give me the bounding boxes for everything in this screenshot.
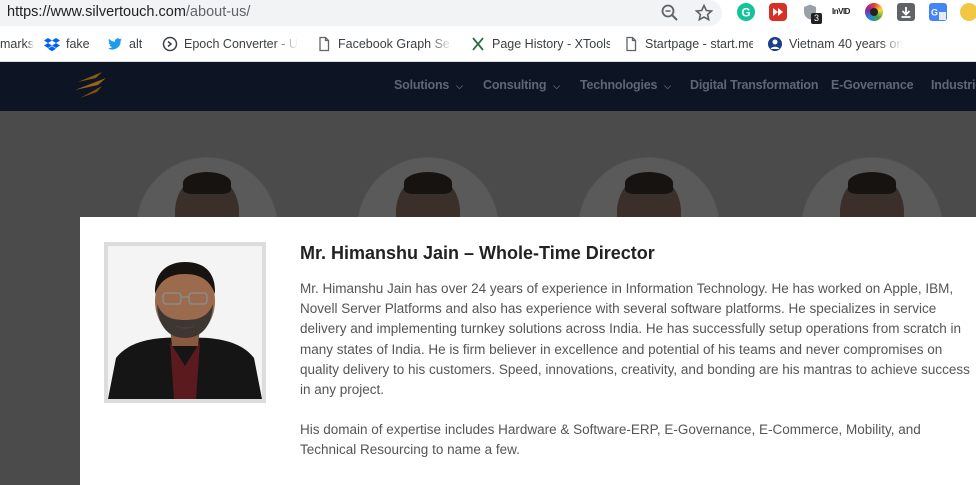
nav-digital-transformation[interactable]: Digital Transformation (690, 78, 818, 92)
director-photo (104, 242, 266, 403)
nav-industries[interactable]: Industrie (931, 78, 976, 92)
nav-label: Industrie (931, 78, 976, 92)
bookmark-label: Vietnam 40 years on (789, 37, 904, 51)
bookmark-label: Startpage - start.me (645, 37, 753, 51)
bio-modal: Mr. Himanshu Jain – Whole-Time Director … (80, 217, 976, 485)
fast-forward-extension-icon[interactable] (769, 3, 787, 21)
bookmark-label: Page History - XTools (492, 37, 610, 51)
translate-extension-icon[interactable]: G (929, 3, 947, 21)
xtools-icon (472, 37, 484, 51)
chevron-down-icon: ⌵ (553, 81, 560, 91)
bio-paragraph: His domain of expertise includes Hardwar… (300, 422, 921, 458)
nav-technologies[interactable]: Technologies ⌵ (580, 78, 671, 92)
svg-text:G: G (931, 8, 938, 18)
shield-extension-icon[interactable]: 3 (801, 3, 823, 24)
bookmark-item-4[interactable]: Facebook Graph Sear (316, 35, 452, 53)
chevron-down-icon: ⌵ (456, 81, 463, 91)
nav-label: Technologies (580, 78, 658, 92)
nav-label: Digital Transformation (690, 78, 819, 92)
bookmark-item-2[interactable]: alt (107, 35, 142, 53)
grammarly-extension-icon[interactable]: G (737, 3, 755, 21)
page-icon (626, 36, 637, 52)
bookmark-item-5[interactable]: Page History - XTools (470, 35, 610, 53)
bookmark-label: marks (0, 37, 35, 51)
bookmark-item-7[interactable]: Vietnam 40 years on (767, 35, 907, 53)
svg-text:G: G (741, 6, 750, 20)
zoom-icon[interactable] (660, 3, 680, 23)
url-path: /about-us/ (185, 4, 251, 20)
nav-consulting[interactable]: Consulting ⌵ (483, 78, 560, 92)
invid-label: InVID (832, 7, 850, 16)
nav-solutions[interactable]: Solutions ⌵ (394, 78, 463, 92)
bookmarks-bar: marks fake alt Epoch Converter - Un Face… (0, 26, 976, 62)
download-extension-icon[interactable] (897, 3, 915, 21)
nav-label: E-Governance (831, 78, 914, 92)
clock-icon (162, 36, 178, 52)
page-icon (319, 36, 330, 52)
address-bar[interactable]: https://www.silvertouch.com/about-us/ (0, 0, 722, 26)
site-header: Solutions ⌵ Consulting ⌵ Technologies ⌵ Dig… (0, 62, 976, 111)
bookmark-star-icon[interactable] (694, 3, 714, 23)
url-host: https://www.silvertouch.com (7, 4, 186, 20)
bookmark-item-6[interactable]: Startpage - start.me (623, 35, 753, 53)
bookmark-label: alt (129, 37, 143, 51)
color-wheel-extension-icon[interactable] (865, 3, 883, 21)
nav-e-governance[interactable]: E-Governance (831, 78, 914, 92)
bookmark-label: Epoch Converter - Un (184, 37, 298, 51)
twitter-icon (108, 38, 122, 50)
bookmark-label: Facebook Graph Sear (338, 37, 452, 51)
browser-toolbar: https://www.silvertouch.com/about-us/ G … (0, 0, 976, 26)
vietnam-icon (768, 37, 782, 51)
extension-badge: 3 (811, 13, 823, 24)
profile-extension-icon[interactable] (960, 3, 976, 21)
silvertouch-logo[interactable] (72, 68, 112, 104)
bio-paragraph: Mr. Himanshu Jain has over 24 years of e… (300, 281, 970, 398)
director-bio: Mr. Himanshu Jain has over 24 years of e… (300, 279, 976, 481)
bookmark-item-3[interactable]: Epoch Converter - Un (162, 35, 298, 53)
dropbox-icon (44, 38, 60, 52)
chevron-down-icon: ⌵ (664, 81, 671, 91)
bookmark-item-0[interactable]: marks (0, 35, 34, 53)
invid-extension-icon[interactable]: InVID (832, 3, 852, 21)
nav-label: Consulting (483, 78, 547, 92)
nav-label: Solutions (394, 78, 450, 92)
director-name: Mr. Himanshu Jain – Whole-Time Director (300, 243, 655, 263)
bookmark-item-1[interactable]: fake (44, 35, 90, 53)
url-text[interactable]: https://www.silvertouch.com/about-us/ (7, 4, 250, 20)
bookmark-label: fake (66, 37, 90, 51)
